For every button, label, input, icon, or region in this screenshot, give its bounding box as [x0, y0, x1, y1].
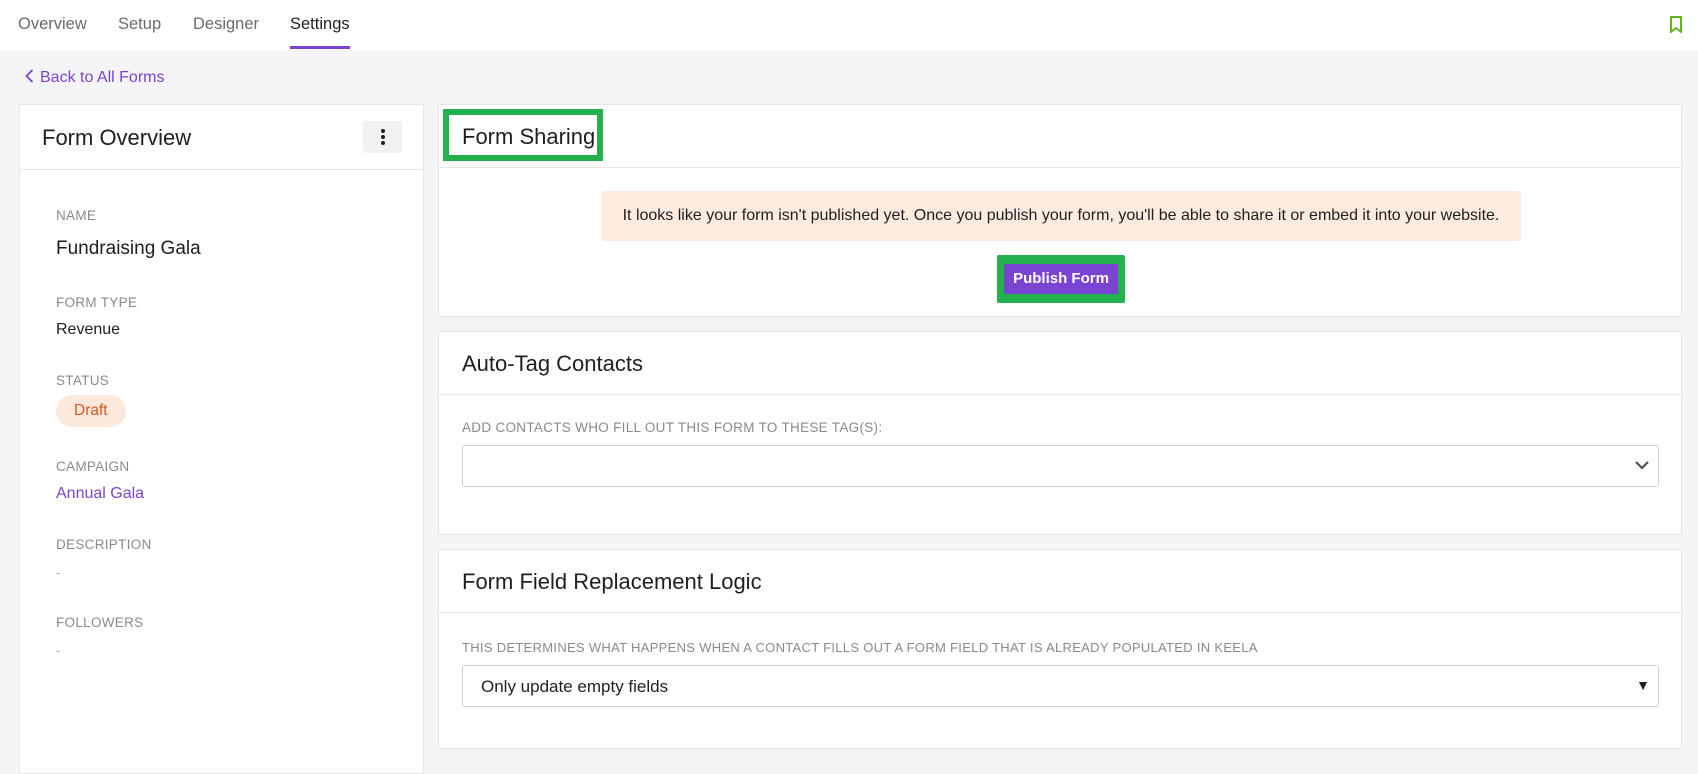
form-overview-title: Form Overview	[42, 125, 192, 150]
form-sharing-title: Form Sharing	[462, 124, 596, 149]
dropdown-triangle-icon: ▼	[1636, 677, 1650, 693]
form-type-value: Revenue	[56, 321, 121, 338]
campaign-link[interactable]: Annual Gala	[56, 485, 144, 503]
tab-overview[interactable]: Overview	[18, 0, 87, 50]
publish-form-button[interactable]: Publish Form	[1004, 264, 1118, 294]
back-to-all-forms-link[interactable]: Back to All Forms	[25, 68, 164, 88]
description-label: DESCRIPTION	[56, 537, 152, 552]
auto-tag-label: ADD CONTACTS WHO FILL OUT THIS FORM TO T…	[462, 420, 883, 435]
field-replacement-header: Form Field Replacement Logic	[439, 550, 1681, 613]
auto-tag-title: Auto-Tag Contacts	[462, 351, 643, 376]
tab-setup[interactable]: Setup	[118, 0, 161, 50]
publish-button-highlight: Publish Form	[997, 255, 1125, 303]
tab-settings[interactable]: Settings	[290, 0, 350, 50]
status-badge: Draft	[56, 395, 126, 427]
form-type-label: FORM TYPE	[56, 295, 138, 310]
status-label: STATUS	[56, 373, 110, 388]
field-replacement-label: THIS DETERMINES WHAT HAPPENS WHEN A CONT…	[462, 640, 1258, 655]
tags-select[interactable]	[462, 445, 1659, 487]
field-replacement-title: Form Field Replacement Logic	[462, 569, 762, 594]
campaign-label: CAMPAIGN	[56, 459, 130, 474]
form-sharing-header: Form Sharing	[439, 105, 1681, 168]
form-overview-header: Form Overview	[20, 105, 423, 170]
chevron-down-icon	[1635, 461, 1649, 470]
chevron-left-icon	[25, 69, 34, 83]
tab-designer[interactable]: Designer	[193, 0, 259, 50]
form-sharing-card: Form Sharing It looks like your form isn…	[438, 104, 1682, 317]
field-replacement-card: Form Field Replacement Logic THIS DETERM…	[438, 549, 1682, 749]
bookmark-icon[interactable]	[1669, 16, 1683, 34]
kebab-menu-icon	[380, 129, 385, 145]
auto-tag-header: Auto-Tag Contacts	[439, 332, 1681, 395]
description-value: -	[56, 564, 61, 580]
followers-label: FOLLOWERS	[56, 615, 144, 630]
more-options-button[interactable]	[363, 121, 402, 153]
unpublished-notice: It looks like your form isn't published …	[601, 191, 1521, 241]
back-link-label: Back to All Forms	[40, 69, 165, 86]
name-value: Fundraising Gala	[56, 238, 201, 259]
auto-tag-contacts-card: Auto-Tag Contacts ADD CONTACTS WHO FILL …	[438, 331, 1682, 535]
followers-value: -	[56, 642, 61, 658]
replacement-logic-value: Only update empty fields	[481, 677, 669, 696]
top-navigation: Overview Setup Designer Settings	[0, 0, 1698, 50]
form-overview-panel: Form Overview NAME Fundraising Gala FORM…	[19, 104, 424, 774]
replacement-logic-select[interactable]: Only update empty fields ▼	[462, 665, 1659, 707]
name-label: NAME	[56, 208, 97, 223]
